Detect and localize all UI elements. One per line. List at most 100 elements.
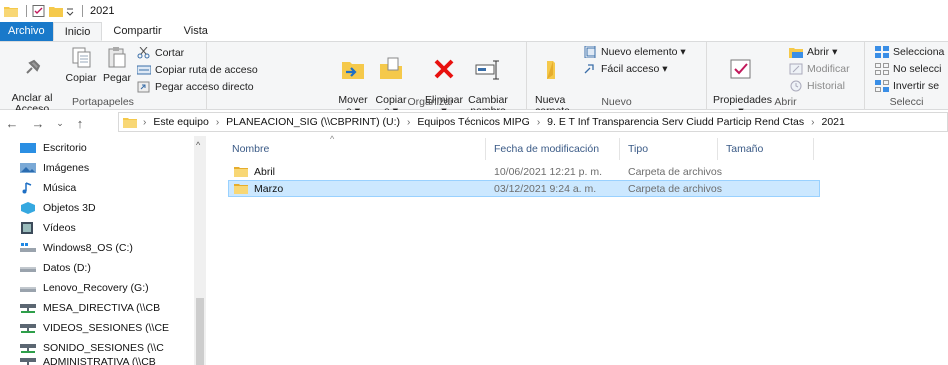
network-drive-icon	[20, 324, 36, 333]
group-seleccionar: Selecciona No selecci Invertir se Selecc…	[865, 42, 948, 110]
file-name: Marzo	[254, 182, 284, 195]
nav-item-label: Imágenes	[43, 162, 90, 174]
select-none-icon	[875, 63, 889, 75]
title-bar: 2021	[0, 0, 948, 22]
copy-to-icon	[380, 57, 402, 79]
copy-button[interactable]: Copiar	[64, 46, 98, 84]
easy-access-button[interactable]: Fácil acceso ▾	[583, 63, 668, 75]
nav-item-label: Datos (D:)	[43, 262, 91, 274]
customize-qat-icon[interactable]	[66, 5, 74, 17]
move-to-icon	[342, 62, 364, 79]
properties-checkbox-icon[interactable]	[32, 5, 46, 17]
edit-label: Modificar	[807, 63, 850, 75]
group-portapapeles: Anclar al Acceso rápido Copiar Pegar Cor…	[0, 42, 258, 126]
paste-button[interactable]: Pegar	[100, 46, 134, 84]
nav-item-label: Objetos 3D	[43, 202, 96, 214]
new-item-button[interactable]: Nuevo elemento ▾	[583, 46, 686, 58]
rename-icon	[475, 60, 499, 80]
table-row[interactable]: Abril 10/06/2021 12:21 p. m. Carpeta de …	[228, 163, 820, 180]
nav-item-objetos-3d[interactable]: Objetos 3D	[20, 198, 192, 218]
navigation-pane: Escritorio Imágenes Música Objetos 3D Ví…	[0, 136, 206, 365]
file-list-pane: ^ Nombre Fecha de modificación Tipo Tama…	[206, 134, 948, 365]
delete-icon	[434, 59, 454, 79]
select-all-button[interactable]: Selecciona	[875, 46, 944, 58]
recent-locations-chevron-icon[interactable]: ⌄	[52, 118, 68, 129]
select-all-icon	[875, 46, 889, 58]
paste-label: Pegar	[102, 72, 132, 84]
history-button[interactable]: Historial	[789, 80, 845, 92]
properties-icon	[730, 59, 751, 79]
group-label-nuevo: Nuevo	[601, 96, 632, 108]
network-drive-icon	[20, 358, 36, 365]
group-label-portapapeles: Portapapeles	[72, 96, 134, 108]
select-none-button[interactable]: No selecci	[875, 63, 941, 75]
nav-item-videos-sesiones[interactable]: VIDEOS_SESIONES (\\CE	[20, 318, 192, 338]
file-type: Carpeta de archivos	[628, 182, 722, 195]
nav-item-administrativa[interactable]: ADMINISTRATIVA (\\CB	[20, 356, 192, 365]
nav-item-lenovo-recovery[interactable]: Lenovo_Recovery (G:)	[20, 278, 192, 298]
nav-item-label: Escritorio	[43, 142, 87, 154]
column-header-tipo[interactable]: Tipo	[622, 138, 718, 160]
column-header-nombre[interactable]: Nombre	[226, 138, 486, 160]
column-header-fecha[interactable]: Fecha de modificación	[488, 138, 620, 160]
nav-item-datos[interactable]: Datos (D:)	[20, 258, 192, 278]
os-drive-icon	[20, 243, 36, 252]
tab-compartir[interactable]: Compartir	[102, 22, 172, 41]
folder-icon	[234, 167, 248, 177]
open-button[interactable]: Abrir ▾	[789, 46, 837, 58]
nav-item-label: ADMINISTRATIVA (\\CB	[43, 356, 156, 365]
group-label-organizar: Organizar	[407, 96, 454, 108]
history-icon	[790, 80, 802, 92]
navigation-bar: ← → ⌄ ↑ › Este equipo › PLANEACION_SIG (…	[0, 110, 948, 136]
breadcrumb-drive[interactable]: PLANEACION_SIG (\\CBPRINT) (U:)	[226, 116, 400, 128]
nav-item-sonido-sesiones[interactable]: SONIDO_SESIONES (\\C	[20, 338, 192, 358]
nav-item-videos[interactable]: Vídeos	[20, 218, 192, 238]
back-arrow-icon[interactable]: ←	[4, 116, 20, 131]
invert-selection-button[interactable]: Invertir se	[875, 80, 939, 92]
group-abrir: Propiedades ▾ Abrir ▾ Modificar Historia…	[707, 42, 865, 117]
folder-icon	[123, 118, 137, 128]
table-row[interactable]: Marzo 03/12/2021 9:24 a. m. Carpeta de a…	[228, 180, 820, 197]
scroll-up-arrow-icon[interactable]: ^	[196, 140, 200, 150]
file-name: Abril	[254, 165, 276, 178]
network-drive-icon	[20, 304, 36, 313]
ribbon: Anclar al Acceso rápido Copiar Pegar Cor…	[0, 42, 948, 126]
network-drive-icon	[20, 344, 36, 353]
new-folder-icon[interactable]	[49, 5, 63, 17]
edit-button[interactable]: Modificar	[789, 63, 850, 75]
column-header-tamano[interactable]: Tamaño	[720, 138, 814, 160]
forward-arrow-icon[interactable]: →	[30, 116, 46, 131]
new-item-icon	[584, 46, 596, 58]
cut-button[interactable]: Cortar	[137, 47, 184, 59]
open-icon	[789, 48, 803, 58]
nav-pane-scrollbar[interactable]: ^	[194, 136, 206, 365]
breadcrumb-equipos-tecnicos[interactable]: Equipos Técnicos MIPG	[417, 116, 529, 128]
up-arrow-icon[interactable]: ↑	[72, 116, 88, 131]
desktop-icon	[20, 143, 36, 153]
drive-icon	[20, 267, 36, 272]
scrollbar-thumb[interactable]	[196, 298, 204, 365]
address-bar[interactable]: › Este equipo › PLANEACION_SIG (\\CBPRIN…	[118, 112, 948, 132]
edit-icon	[789, 63, 803, 75]
nav-item-mesa-directiva[interactable]: MESA_DIRECTIVA (\\CB	[20, 298, 192, 318]
copy-label: Copiar	[65, 72, 97, 84]
paste-icon	[108, 47, 126, 68]
drive-icon	[20, 287, 36, 292]
nav-item-windows8-os[interactable]: Windows8_OS (C:)	[20, 238, 192, 258]
tab-archivo[interactable]: Archivo	[0, 22, 53, 41]
breadcrumb-separator: ›	[407, 116, 411, 128]
tab-vista[interactable]: Vista	[173, 22, 219, 41]
breadcrumb-transparencia[interactable]: 9. E T Inf Transparencia Serv Ciudd Part…	[547, 116, 804, 128]
group-nuevo: Nueva carpeta Nuevo elemento ▾ Fácil acc…	[527, 42, 707, 117]
nav-item-musica[interactable]: Música	[20, 178, 192, 198]
history-label: Historial	[807, 80, 845, 92]
nav-item-escritorio[interactable]: Escritorio	[20, 138, 192, 158]
breadcrumb-este-equipo[interactable]: Este equipo	[153, 116, 208, 128]
open-label: Abrir ▾	[807, 46, 838, 58]
breadcrumb-2021[interactable]: 2021	[822, 116, 845, 128]
new-item-label: Nuevo elemento ▾	[601, 46, 686, 58]
separator	[26, 5, 27, 17]
file-type: Carpeta de archivos	[628, 165, 722, 178]
tab-inicio[interactable]: Inicio	[52, 22, 103, 41]
nav-item-imagenes[interactable]: Imágenes	[20, 158, 192, 178]
